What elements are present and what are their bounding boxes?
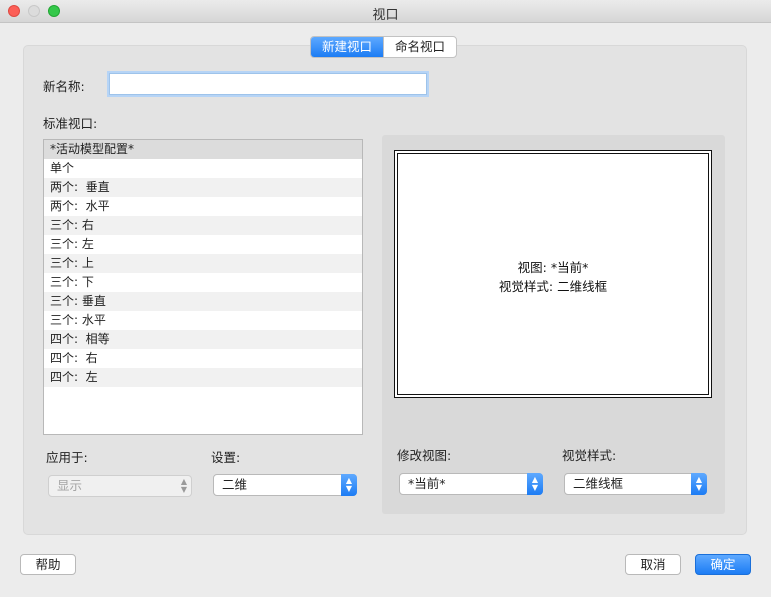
list-item[interactable]: 两个: 水平: [44, 197, 362, 216]
list-item[interactable]: 四个: 相等: [44, 330, 362, 349]
cancel-button[interactable]: 取消: [625, 554, 681, 575]
visual-style-select[interactable]: 二维线框 ▲ ▼: [564, 473, 707, 495]
list-item[interactable]: 三个: 右: [44, 216, 362, 235]
list-item[interactable]: 三个: 左: [44, 235, 362, 254]
tab-switcher: 新建视口 命名视口: [310, 36, 458, 58]
updown-arrows-icon: ▲ ▼: [691, 473, 707, 495]
new-name-label: 新名称:: [43, 79, 85, 94]
setup-value: 二维: [222, 477, 248, 492]
standard-viewports-label: 标准视口:: [43, 116, 98, 131]
updown-arrows-icon: ▲ ▼: [527, 473, 543, 495]
setup-label: 设置:: [211, 450, 241, 465]
list-item[interactable]: 三个: 水平: [44, 311, 362, 330]
list-item[interactable]: 单个: [44, 159, 362, 178]
window-title: 视口: [372, 8, 399, 23]
tab-named-viewports[interactable]: 命名视口: [383, 37, 456, 57]
list-item[interactable]: 三个: 上: [44, 254, 362, 273]
ok-button[interactable]: 确定: [695, 554, 751, 575]
apply-to-select: 显示 ▲ ▼: [48, 475, 192, 497]
updown-arrows-icon: ▲ ▼: [341, 474, 357, 496]
preview-view-text: 视图: *当前*: [517, 260, 589, 275]
apply-to-label: 应用于:: [46, 450, 88, 465]
list-item[interactable]: 四个: 右: [44, 349, 362, 368]
updown-arrows-icon: ▲ ▼: [180, 477, 188, 494]
list-item[interactable]: *活动模型配置*: [44, 140, 362, 159]
standard-viewports-list[interactable]: *活动模型配置* 单个 两个: 垂直 两个: 水平 三个: 右三个: 左三个: 上三个:…: [43, 139, 363, 435]
list-item[interactable]: 三个: 下: [44, 273, 362, 292]
list-item[interactable]: 四个: 左: [44, 368, 362, 387]
help-button[interactable]: 帮助: [20, 554, 76, 575]
title-bar: 视口: [0, 0, 771, 23]
change-view-select[interactable]: *当前* ▲ ▼: [399, 473, 543, 495]
preview-style-text: 视觉样式: 二维线框: [498, 279, 608, 294]
visual-style-value: 二维线框: [573, 476, 624, 491]
change-view-value: *当前*: [408, 476, 446, 491]
visual-style-label: 视觉样式:: [562, 448, 617, 463]
tab-new-viewports[interactable]: 新建视口: [311, 37, 384, 57]
change-view-label: 修改视图:: [397, 448, 452, 463]
list-item[interactable]: 三个: 垂直: [44, 292, 362, 311]
setup-select[interactable]: 二维 ▲ ▼: [213, 474, 357, 496]
list-item[interactable]: 两个: 垂直: [44, 178, 362, 197]
new-name-input[interactable]: [109, 73, 427, 95]
apply-to-value: 显示: [57, 478, 83, 493]
viewport-preview: 视图: *当前* 视觉样式: 二维线框: [394, 150, 712, 398]
